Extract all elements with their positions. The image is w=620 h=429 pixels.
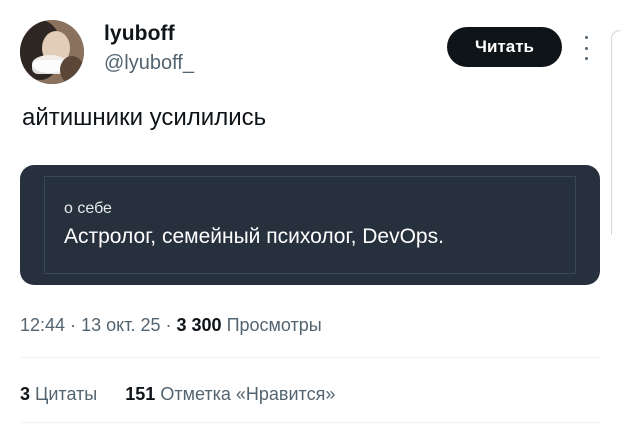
- quotes-label: Цитаты: [35, 384, 98, 404]
- divider: [20, 357, 600, 358]
- adjacent-panel-edge: [611, 30, 620, 235]
- bio-card-image: о себе Астролог, семейный психолог, DevO…: [20, 165, 600, 285]
- meta-separator: ·: [70, 315, 77, 335]
- quotes-link[interactable]: 3 Цитаты: [20, 384, 102, 404]
- views-label: Просмотры: [226, 315, 322, 335]
- views-count: 3 300: [176, 315, 222, 335]
- tweet-stats: 3 Цитаты 151 Отметка «Нравится»: [20, 384, 335, 405]
- likes-label: Отметка «Нравится»: [160, 384, 336, 404]
- divider: [20, 422, 600, 423]
- avatar[interactable]: [20, 20, 84, 84]
- tweet-meta: 12:44 · 13 окт. 25 · 3 300 Просмотры: [20, 315, 322, 336]
- likes-count: 151: [125, 384, 156, 404]
- avatar-image: [20, 20, 84, 84]
- bio-card-border: [44, 176, 45, 274]
- likes-link[interactable]: 151 Отметка «Нравится»: [125, 384, 335, 404]
- quotes-count: 3: [20, 384, 31, 404]
- tweet-date[interactable]: 13 окт. 25: [81, 315, 160, 335]
- meta-separator: ·: [165, 315, 172, 335]
- tweet-time[interactable]: 12:44: [20, 315, 65, 335]
- more-options-icon[interactable]: [580, 36, 592, 60]
- bio-card-border: [44, 176, 576, 177]
- bio-card-border: [575, 176, 576, 274]
- bio-value: Астролог, семейный психолог, DevOps.: [64, 225, 444, 248]
- bio-label: о себе: [64, 200, 112, 217]
- bio-card-border: [44, 273, 576, 274]
- author-name[interactable]: lyuboff: [104, 22, 175, 46]
- follow-button[interactable]: Читать: [447, 27, 562, 67]
- tweet-text: айтишники усилились: [22, 104, 267, 131]
- author-handle[interactable]: @lyuboff_: [104, 52, 194, 75]
